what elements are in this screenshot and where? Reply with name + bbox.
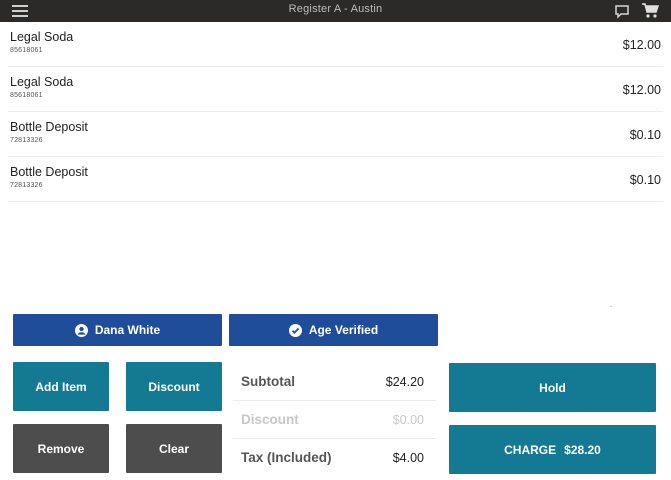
- register-title: Register A - Austin: [288, 3, 383, 15]
- cart-item-list: Legal Soda 85618061 $12.00 Legal Soda 85…: [0, 22, 671, 202]
- item-sku: 72813326: [10, 137, 43, 144]
- charge-amount: $28.20: [564, 442, 601, 457]
- age-verified-label: Age Verified: [308, 323, 379, 337]
- chat-bubble-icon[interactable]: [614, 3, 630, 19]
- cart-item[interactable]: Bottle Deposit 72813326 $0.10: [8, 157, 663, 202]
- add-item-button[interactable]: Add Item: [13, 362, 109, 411]
- item-price: $0.10: [629, 128, 661, 142]
- check-circle-icon: [288, 323, 302, 337]
- tax-label: Tax (Included): [241, 450, 332, 465]
- subtotal-value: $24.20: [385, 375, 424, 389]
- tax-value: $4.00: [392, 451, 424, 465]
- discount-label: Discount: [241, 412, 299, 427]
- customer-button[interactable]: Dana White: [13, 314, 222, 346]
- tax-row: Tax (Included) $4.00: [233, 439, 436, 476]
- item-name: Bottle Deposit: [10, 120, 88, 134]
- totals-panel: Subtotal $24.20 Discount $0.00 Tax (Incl…: [233, 363, 436, 476]
- item-price: $12.00: [622, 38, 661, 52]
- shopping-cart-icon[interactable]: [641, 2, 660, 19]
- item-sku: 72813326: [10, 182, 43, 189]
- top-bar: Register A - Austin: [0, 0, 671, 22]
- discount-row: Discount $0.00: [233, 401, 436, 439]
- age-verified-button[interactable]: Age Verified: [229, 314, 438, 346]
- cart-item[interactable]: Legal Soda 85618061 $12.00: [8, 67, 663, 112]
- item-name: Legal Soda: [10, 30, 74, 44]
- cart-item[interactable]: Legal Soda 85618061 $12.00: [8, 22, 663, 67]
- item-sku: 85618061: [10, 47, 43, 54]
- item-price: $12.00: [622, 83, 661, 97]
- user-circle-icon: [74, 323, 88, 337]
- subtotal-row: Subtotal $24.20: [233, 363, 436, 401]
- item-name: Bottle Deposit: [10, 165, 88, 179]
- divider: [610, 306, 612, 307]
- charge-label: CHARGE: [504, 442, 557, 457]
- item-price: $0.10: [629, 173, 661, 187]
- item-sku: 85618061: [10, 92, 43, 99]
- customer-name: Dana White: [94, 323, 161, 337]
- subtotal-label: Subtotal: [241, 374, 295, 389]
- cart-item[interactable]: Bottle Deposit 72813326 $0.10: [8, 112, 663, 157]
- item-name: Legal Soda: [10, 75, 74, 89]
- discount-value: $0.00: [392, 413, 424, 427]
- clear-button[interactable]: Clear: [126, 424, 222, 473]
- remove-button[interactable]: Remove: [13, 424, 109, 473]
- charge-button[interactable]: CHARGE $28.20: [449, 425, 656, 474]
- hold-button[interactable]: Hold: [449, 363, 656, 412]
- discount-button[interactable]: Discount: [126, 362, 222, 411]
